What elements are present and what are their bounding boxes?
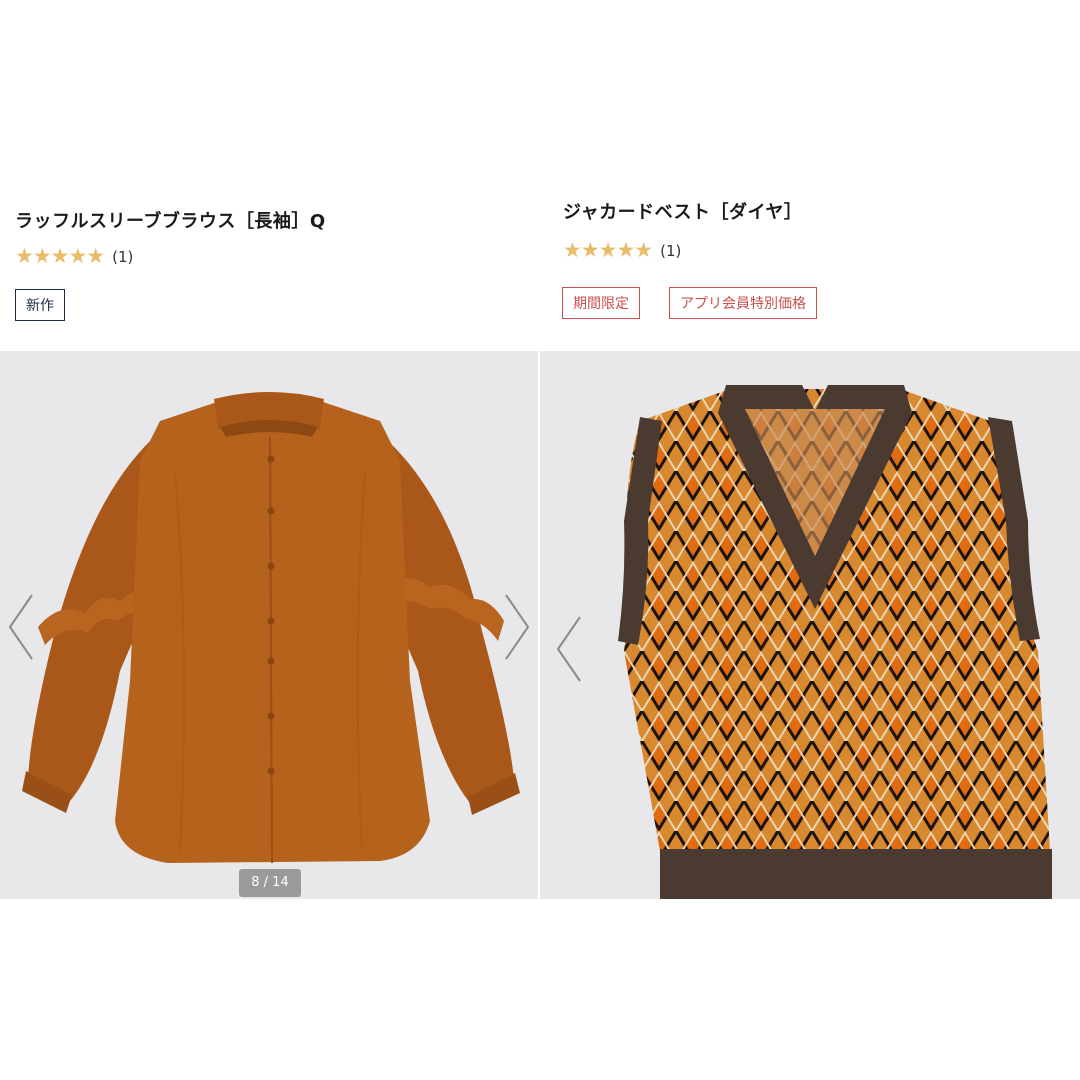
product-title[interactable]: ラッフルスリーブブラウス［長袖］Q xyxy=(15,207,326,233)
limited-time-badge: 期間限定 xyxy=(562,287,640,319)
star-icon: ★★★★★ xyxy=(563,238,653,262)
product-image-gallery[interactable] xyxy=(0,351,538,899)
product-title[interactable]: ジャカードベスト［ダイヤ］ xyxy=(563,198,802,224)
rating: ★★★★★ (1) xyxy=(15,246,133,267)
vest-image xyxy=(618,385,1052,899)
review-count[interactable]: (1) xyxy=(660,242,681,260)
product-card-blouse[interactable]: ラッフルスリーブブラウス［長袖］Q ★★★★★ (1) 新作 8 / 14 xyxy=(0,0,538,1080)
star-icon: ★★★★★ xyxy=(15,244,105,268)
review-count[interactable]: (1) xyxy=(112,248,133,266)
chevron-left-icon[interactable] xyxy=(6,591,36,663)
rating: ★★★★★ (1) xyxy=(563,240,681,261)
chevron-left-icon[interactable] xyxy=(554,613,584,685)
chevron-right-icon[interactable] xyxy=(502,591,532,663)
blouse-image xyxy=(22,392,520,864)
new-badge: 新作 xyxy=(15,289,65,321)
image-counter: 8 / 14 xyxy=(239,869,301,897)
product-card-vest[interactable]: ジャカードベスト［ダイヤ］ ★★★★★ (1) 期間限定 アプリ会員特別価格 xyxy=(540,0,1080,1080)
app-member-price-badge: アプリ会員特別価格 xyxy=(669,287,817,319)
product-image-gallery[interactable] xyxy=(540,351,1080,899)
